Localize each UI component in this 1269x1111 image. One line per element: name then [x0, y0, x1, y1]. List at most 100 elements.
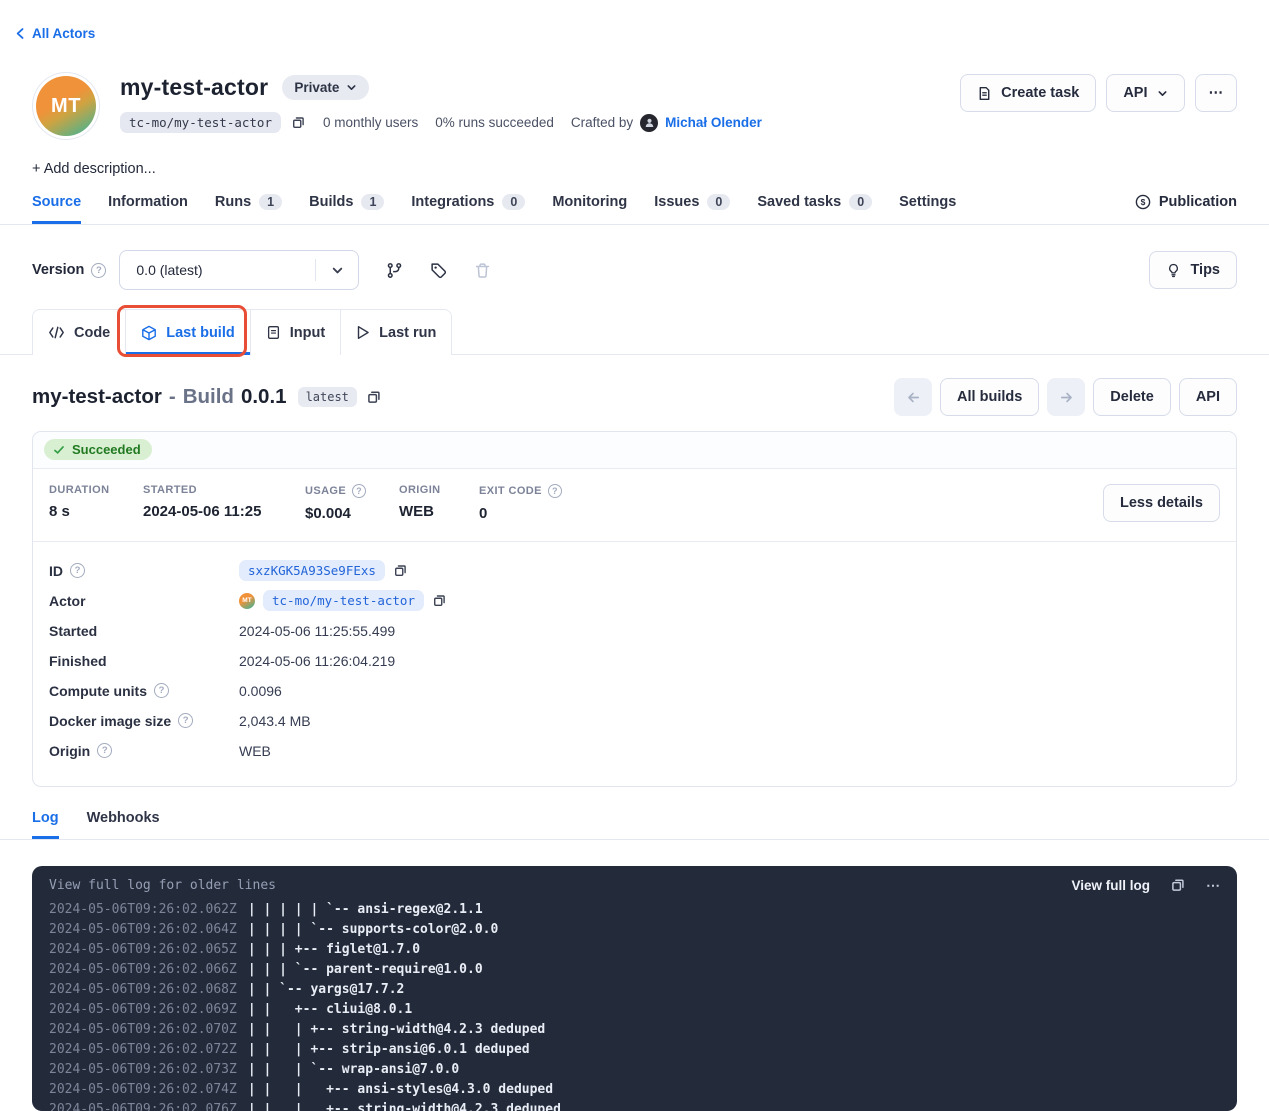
build-title-kind: Build	[183, 385, 234, 409]
code-icon	[48, 326, 65, 339]
compute-units-value: 0.0096	[239, 683, 282, 699]
field-row-actor: Actor MT tc-mo/my-test-actor	[49, 586, 1220, 616]
subtab-last-run[interactable]: Last run	[341, 310, 451, 355]
help-icon[interactable]: ?	[154, 683, 169, 698]
add-description-button[interactable]: + Add description...	[32, 161, 156, 177]
build-id-value: sxzKGK5A93Se9FExs	[239, 560, 385, 581]
latest-badge: latest	[298, 387, 357, 407]
help-icon[interactable]: ?	[548, 484, 562, 498]
log-line: 2024-05-06T09:26:02.064Z| | | | `-- supp…	[49, 920, 1220, 940]
tab-information[interactable]: Information	[108, 194, 188, 224]
version-selected-value: 0.0 (latest)	[120, 262, 315, 278]
tab-saved-tasks[interactable]: Saved tasks0	[757, 194, 872, 224]
help-icon[interactable]: ?	[70, 563, 85, 578]
copy-log-button[interactable]	[1170, 877, 1186, 893]
trash-icon	[474, 262, 491, 279]
origin-row-value: WEB	[239, 743, 271, 759]
log-line: 2024-05-06T09:26:02.073Z| | | `-- wrap-a…	[49, 1060, 1220, 1080]
tab-runs[interactable]: Runs1	[215, 194, 282, 224]
field-row-finished: Finished 2024-05-06 11:26:04.219	[49, 646, 1220, 676]
publication-link[interactable]: $ Publication	[1135, 194, 1237, 221]
git-branch-icon[interactable]	[386, 262, 403, 279]
builds-count-badge: 1	[361, 194, 384, 210]
help-icon[interactable]: ?	[91, 263, 106, 278]
api-dropdown-button[interactable]: API	[1106, 74, 1184, 112]
help-icon[interactable]: ?	[352, 484, 366, 498]
prev-build-button[interactable]	[894, 378, 932, 416]
subtab-last-build[interactable]: Last build	[126, 310, 250, 355]
actor-title: my-test-actor	[120, 74, 268, 101]
view-older-lines-link[interactable]: View full log for older lines	[49, 878, 276, 893]
subtab-code[interactable]: Code	[33, 310, 126, 355]
duration-value: 8 s	[49, 503, 143, 520]
log-line: 2024-05-06T09:26:02.076Z| | | +-- string…	[49, 1100, 1220, 1111]
tab-settings[interactable]: Settings	[899, 194, 956, 224]
copy-handle-button[interactable]	[291, 115, 306, 130]
version-select[interactable]: 0.0 (latest)	[119, 250, 359, 290]
ellipsis-icon: ⋯	[1209, 85, 1224, 101]
chevron-down-icon	[346, 82, 357, 93]
tab-log[interactable]: Log	[32, 810, 59, 839]
chevron-down-icon	[1157, 88, 1168, 99]
delete-build-button[interactable]: Delete	[1093, 378, 1171, 416]
actor-avatar-small: MT	[239, 593, 255, 609]
more-actions-button[interactable]: ⋯	[1195, 74, 1238, 112]
actor-header: MT my-test-actor Private tc-mo/my-test-a…	[32, 74, 1237, 136]
log-line: 2024-05-06T09:26:02.072Z| | | +-- strip-…	[49, 1040, 1220, 1060]
chevron-down-icon	[316, 264, 358, 277]
runs-succeeded-stat: 0% runs succeeded	[435, 115, 554, 130]
visibility-dropdown[interactable]: Private	[282, 75, 369, 100]
tab-builds[interactable]: Builds1	[309, 194, 384, 224]
next-build-button[interactable]	[1047, 378, 1085, 416]
crafted-by-label: Crafted by	[571, 115, 633, 130]
started-full-value: 2024-05-06 11:25:55.499	[239, 623, 395, 639]
help-icon[interactable]: ?	[97, 743, 112, 758]
log-lines[interactable]: 2024-05-06T09:26:02.062Z| | | | | `-- an…	[49, 900, 1220, 1111]
integrations-count-badge: 0	[502, 194, 525, 210]
build-summary: DURATION 8 s STARTED 2024-05-06 11:25 US…	[33, 469, 1236, 541]
log-line: 2024-05-06T09:26:02.074Z| | | +-- ansi-s…	[49, 1080, 1220, 1100]
author-link[interactable]: Michał Olender	[665, 115, 762, 130]
subtab-input[interactable]: Input	[251, 310, 341, 355]
field-row-started: Started 2024-05-06 11:25:55.499	[49, 616, 1220, 646]
copy-actor-button[interactable]	[432, 593, 447, 608]
copy-build-button[interactable]	[366, 389, 382, 405]
actor-nav-tabs: Source Information Runs1 Builds1 Integra…	[0, 194, 1269, 225]
tab-integrations[interactable]: Integrations0	[411, 194, 525, 224]
field-row-compute-units: Compute units? 0.0096	[49, 676, 1220, 706]
tab-webhooks[interactable]: Webhooks	[87, 810, 160, 839]
finished-full-value: 2024-05-06 11:26:04.219	[239, 653, 395, 669]
tab-monitoring[interactable]: Monitoring	[552, 194, 627, 224]
status-bar: Succeeded	[33, 432, 1236, 469]
build-api-button[interactable]: API	[1179, 378, 1237, 416]
less-details-button[interactable]: Less details	[1103, 484, 1220, 522]
tab-source[interactable]: Source	[32, 194, 81, 224]
log-line: 2024-05-06T09:26:02.070Z| | | +-- string…	[49, 1020, 1220, 1040]
actor-handle: tc-mo/my-test-actor	[120, 112, 281, 133]
all-builds-button[interactable]: All builds	[940, 378, 1039, 416]
build-title-version: 0.0.1	[241, 385, 287, 409]
version-bar: Version ? 0.0 (latest) Tips	[32, 250, 1237, 290]
view-full-log-button[interactable]: View full log	[1071, 878, 1150, 893]
tips-button[interactable]: Tips	[1149, 251, 1237, 289]
package-icon	[141, 325, 157, 341]
log-terminal: View full log for older lines View full …	[32, 866, 1237, 1111]
help-icon[interactable]: ?	[178, 713, 193, 728]
log-more-button[interactable]: ⋯	[1206, 877, 1220, 894]
field-row-id: ID? sxzKGK5A93Se9FExs	[49, 556, 1220, 586]
field-row-docker-size: Docker image size? 2,043.4 MB	[49, 706, 1220, 736]
copy-id-button[interactable]	[393, 563, 408, 578]
arrow-left-icon	[906, 390, 921, 405]
breadcrumb-label: All Actors	[32, 26, 95, 41]
breadcrumb-all-actors[interactable]: All Actors	[0, 0, 95, 41]
exit-code-value: 0	[479, 505, 562, 522]
log-line: 2024-05-06T09:26:02.068Z| | `-- yargs@17…	[49, 980, 1220, 1000]
tag-icon[interactable]	[430, 262, 447, 279]
tab-issues[interactable]: Issues0	[654, 194, 730, 224]
document-icon	[266, 325, 281, 340]
svg-text:$: $	[1140, 197, 1145, 207]
actor-handle-link[interactable]: tc-mo/my-test-actor	[263, 590, 424, 611]
create-task-button[interactable]: Create task	[960, 74, 1096, 112]
log-tabs: Log Webhooks	[0, 810, 1269, 840]
monthly-users-stat: 0 monthly users	[323, 115, 418, 130]
